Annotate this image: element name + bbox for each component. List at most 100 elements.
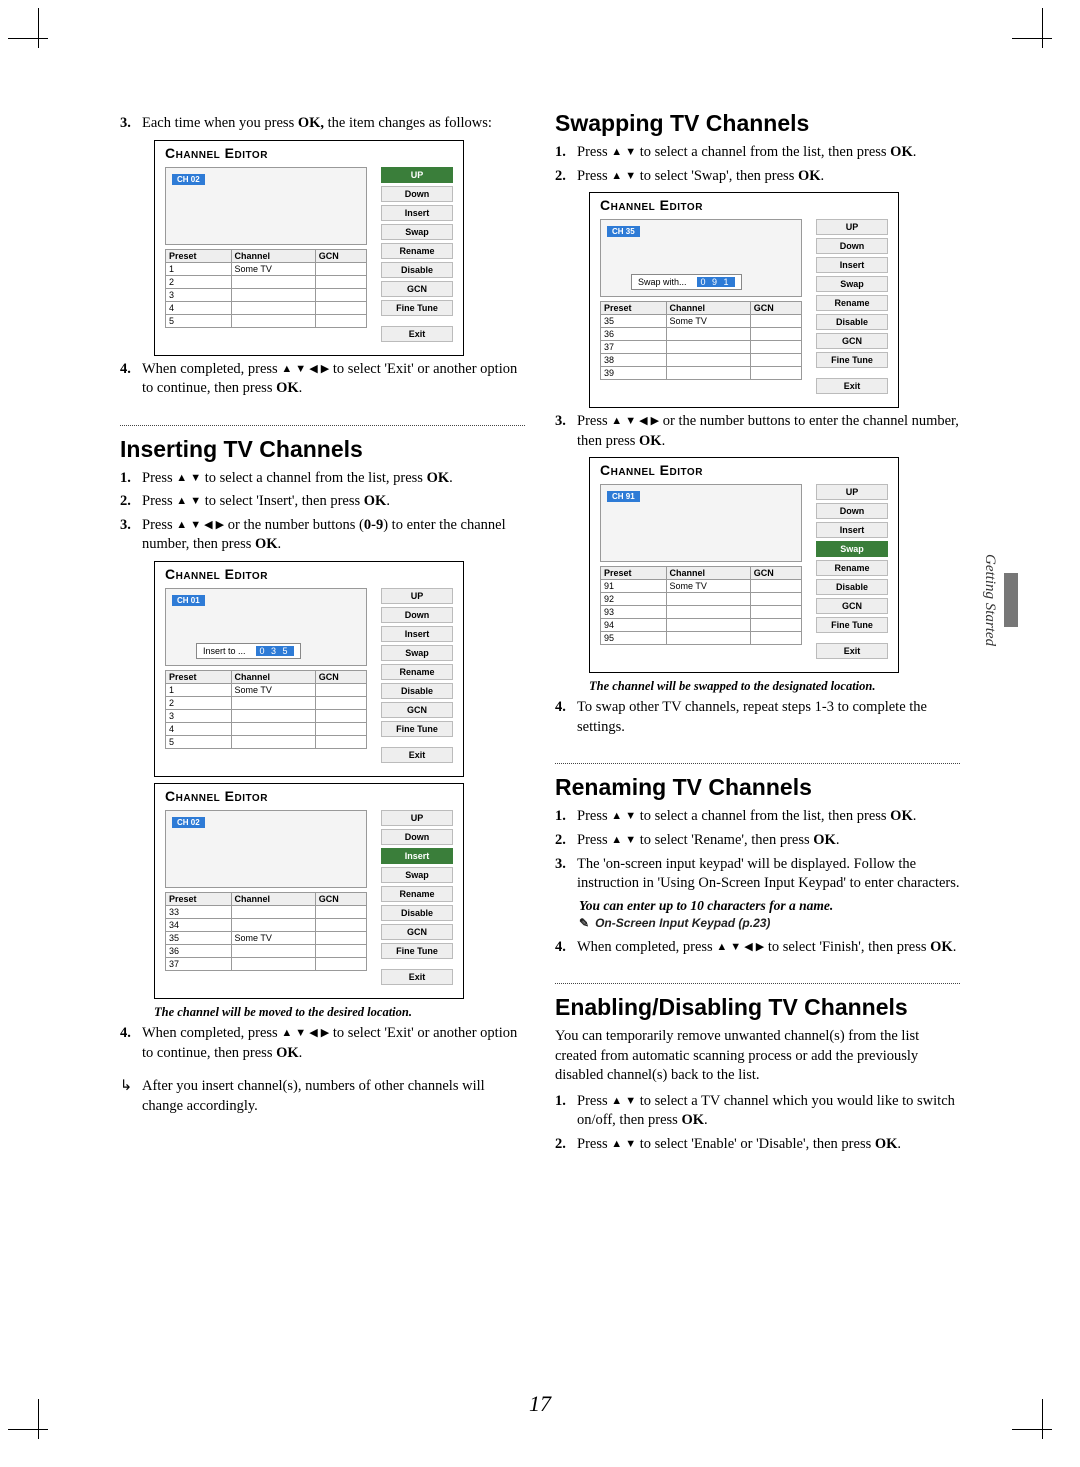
table-header: GCN bbox=[315, 670, 366, 683]
step-number: 2. bbox=[120, 492, 142, 512]
table-header: Channel bbox=[231, 892, 315, 905]
channel-editor-figure: Channel EditorCH 91PresetChannelGCN91Som… bbox=[589, 457, 960, 673]
step: 3. Each time when you press OK, the item… bbox=[120, 114, 525, 134]
table-cell bbox=[231, 314, 315, 327]
preset-table: PresetChannelGCN1Some TV2345 bbox=[165, 249, 367, 328]
table-row: 3 bbox=[166, 288, 367, 301]
menu-exit: Exit bbox=[381, 326, 453, 342]
channel-editor-figure: Channel EditorCH 02PresetChannelGCN1Some… bbox=[154, 140, 525, 356]
table-cell: 2 bbox=[166, 275, 232, 288]
table-row: 93 bbox=[601, 606, 802, 619]
arrow-icons: ▲ ▼ ◀ ▶ bbox=[281, 362, 329, 377]
table-header: GCN bbox=[315, 249, 366, 262]
table-header: Preset bbox=[166, 249, 232, 262]
arrow-icons: ▲ ▼ bbox=[611, 145, 636, 160]
table-header: GCN bbox=[315, 892, 366, 905]
menu-item: Down bbox=[816, 238, 888, 254]
editor-menu: UPDownInsertSwapRenameDisableGCNFine Tun… bbox=[816, 219, 888, 397]
emphasis-note: You can enter up to 10 characters for a … bbox=[579, 898, 960, 914]
table-row: 91Some TV bbox=[601, 580, 802, 593]
step: 2. Press ▲ ▼ to select 'Swap', then pres… bbox=[555, 167, 960, 187]
table-cell bbox=[666, 632, 750, 645]
step: 4. When completed, press ▲ ▼ ◀ ▶ to sele… bbox=[555, 938, 960, 958]
arrow-icons: ▲ ▼ bbox=[176, 494, 201, 509]
step-text: Press ▲ ▼ to select 'Swap', then press O… bbox=[577, 167, 960, 187]
arrow-icons: ▲ ▼ ◀ ▶ bbox=[281, 1026, 329, 1041]
table-cell: Some TV bbox=[666, 580, 750, 593]
menu-exit: Exit bbox=[816, 643, 888, 659]
arrow-icons: ▲ ▼ ◀ ▶ bbox=[176, 518, 224, 533]
editor-left-pane: CH 91PresetChannelGCN91Some TV92939495 bbox=[600, 484, 808, 662]
table-cell bbox=[750, 580, 801, 593]
table-cell bbox=[231, 722, 315, 735]
menu-item: Insert bbox=[381, 205, 453, 221]
table-cell: 4 bbox=[166, 722, 232, 735]
editor-title: Channel Editor bbox=[155, 141, 463, 167]
hand-icon: ✎ bbox=[579, 916, 589, 930]
editor-body: CH 91PresetChannelGCN91Some TV92939495UP… bbox=[590, 484, 898, 662]
table-header: Preset bbox=[601, 567, 667, 580]
menu-item: Rename bbox=[381, 243, 453, 259]
table-header: Preset bbox=[166, 892, 232, 905]
table-cell: Some TV bbox=[231, 931, 315, 944]
table-cell: 33 bbox=[166, 905, 232, 918]
menu-item: GCN bbox=[381, 702, 453, 718]
step-text: Press ▲ ▼ to select a channel from the l… bbox=[577, 143, 960, 163]
table-cell: 5 bbox=[166, 314, 232, 327]
popup-digits: 0 9 1 bbox=[697, 277, 735, 287]
table-cell bbox=[750, 606, 801, 619]
step-text: Press ▲ ▼ to select 'Insert', then press… bbox=[142, 492, 525, 512]
menu-item: Disable bbox=[816, 314, 888, 330]
table-cell: 35 bbox=[166, 931, 232, 944]
channel-editor-figure: Channel EditorCH 01Insert to ...0 3 5Pre… bbox=[154, 561, 525, 777]
table-cell: 35 bbox=[601, 315, 667, 328]
table-cell bbox=[750, 354, 801, 367]
table-row: 1Some TV bbox=[166, 683, 367, 696]
table-cell bbox=[315, 957, 366, 970]
section-divider bbox=[120, 425, 525, 426]
page-body: 3. Each time when you press OK, the item… bbox=[40, 30, 1040, 1159]
table-cell: 39 bbox=[601, 367, 667, 380]
table-header: GCN bbox=[750, 567, 801, 580]
table-row: 34 bbox=[166, 918, 367, 931]
arrow-icons: ▲ ▼ bbox=[176, 471, 201, 486]
menu-item: Down bbox=[816, 503, 888, 519]
menu-item: Fine Tune bbox=[381, 721, 453, 737]
table-row: 36 bbox=[601, 328, 802, 341]
side-tab-bar bbox=[1004, 573, 1018, 627]
table-cell: 37 bbox=[166, 957, 232, 970]
step: 2. Press ▲ ▼ to select 'Rename', then pr… bbox=[555, 831, 960, 851]
table-header: Channel bbox=[666, 567, 750, 580]
menu-item: Disable bbox=[381, 262, 453, 278]
menu-item: Disable bbox=[381, 683, 453, 699]
section-divider bbox=[555, 983, 960, 984]
menu-exit: Exit bbox=[381, 969, 453, 985]
step: 4. When completed, press ▲ ▼ ◀ ▶ to sele… bbox=[120, 360, 525, 399]
editor-title: Channel Editor bbox=[155, 784, 463, 810]
section-intro: You can temporarily remove unwanted chan… bbox=[555, 1027, 960, 1086]
left-column: 3. Each time when you press OK, the item… bbox=[120, 110, 525, 1159]
step-text: When completed, press ▲ ▼ ◀ ▶ to select … bbox=[142, 360, 525, 399]
table-cell: 3 bbox=[166, 288, 232, 301]
preview-box: CH 01Insert to ...0 3 5 bbox=[165, 588, 367, 666]
step-text: Each time when you press OK, the item ch… bbox=[142, 114, 525, 134]
menu-item: UP bbox=[381, 167, 453, 183]
table-row: 2 bbox=[166, 696, 367, 709]
menu-item: UP bbox=[381, 810, 453, 826]
channel-badge: CH 01 bbox=[172, 595, 205, 606]
channel-editor: Channel EditorCH 01Insert to ...0 3 5Pre… bbox=[154, 561, 464, 777]
step-text: Press ▲ ▼ to select a channel from the l… bbox=[142, 469, 525, 489]
menu-item: GCN bbox=[381, 924, 453, 940]
step-number: 1. bbox=[555, 1092, 577, 1131]
editor-body: CH 35Swap with...0 9 1PresetChannelGCN35… bbox=[590, 219, 898, 397]
step-text: Press ▲ ▼ to select a channel from the l… bbox=[577, 807, 960, 827]
preview-box: CH 35Swap with...0 9 1 bbox=[600, 219, 802, 297]
crop-mark bbox=[1012, 8, 1072, 68]
table-cell bbox=[666, 619, 750, 632]
table-cell bbox=[666, 354, 750, 367]
table-cell bbox=[315, 905, 366, 918]
step-text: When completed, press ▲ ▼ ◀ ▶ to select … bbox=[577, 938, 960, 958]
channel-editor-figure: Channel EditorCH 35Swap with...0 9 1Pres… bbox=[589, 192, 960, 408]
preview-box: CH 02 bbox=[165, 167, 367, 245]
editor-body: CH 02PresetChannelGCN333435Some TV3637UP… bbox=[155, 810, 463, 988]
